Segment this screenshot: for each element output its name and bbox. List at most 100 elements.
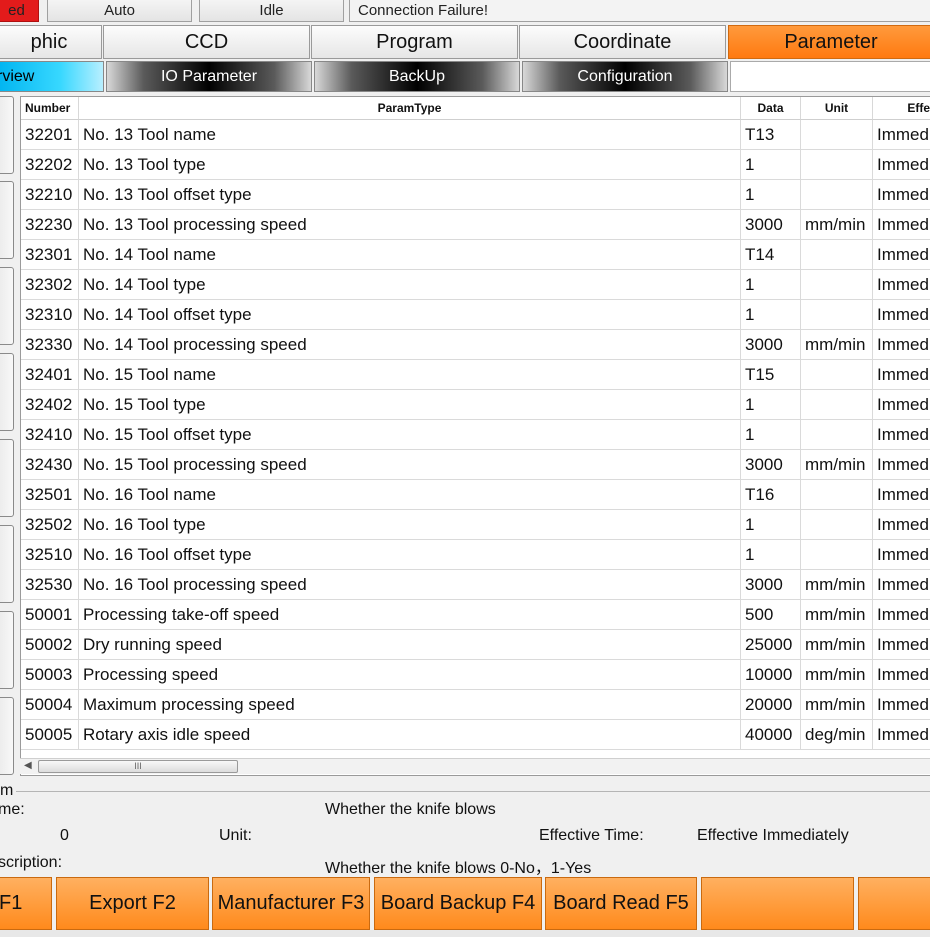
cell-number: 32301	[21, 240, 79, 270]
column-header-data[interactable]: Data	[741, 97, 801, 120]
cell-data[interactable]: 3000	[741, 450, 801, 480]
table-row[interactable]: 32330 No. 14 Tool processing speed 3000 mm/…	[21, 330, 930, 360]
tab-graphic[interactable]: phic	[0, 25, 102, 59]
detail-group-label: m	[0, 782, 17, 800]
cell-unit: mm/min	[801, 600, 873, 630]
tab-ccd[interactable]: CCD	[103, 25, 310, 59]
cell-paramtype: No. 16 Tool offset type	[79, 540, 741, 570]
table-row[interactable]: 32301 No. 14 Tool name T14 Immed	[21, 240, 930, 270]
cell-data[interactable]: 1	[741, 420, 801, 450]
cell-data[interactable]: 3000	[741, 570, 801, 600]
cell-effective: Immed	[873, 390, 930, 420]
tab-coordinate[interactable]: Coordinate	[519, 25, 726, 59]
table-row[interactable]: 32430 No. 15 Tool processing speed 3000 mm/…	[21, 450, 930, 480]
side-button-4[interactable]	[0, 353, 14, 431]
side-button-8[interactable]	[0, 697, 14, 775]
cell-data[interactable]: T15	[741, 360, 801, 390]
cell-data[interactable]: 1	[741, 300, 801, 330]
description-label: scription:	[0, 854, 63, 871]
table-row[interactable]: 32302 No. 14 Tool type 1 Immed	[21, 270, 930, 300]
cell-effective: Immed	[873, 450, 930, 480]
cell-data[interactable]: 1	[741, 510, 801, 540]
column-header-effective[interactable]: Effe	[873, 97, 930, 120]
cell-data[interactable]: 3000	[741, 330, 801, 360]
column-header-unit[interactable]: Unit	[801, 97, 873, 120]
board-backup-f4-button[interactable]: Board Backup F4	[374, 877, 542, 930]
scrollbar-thumb[interactable]: III	[38, 760, 238, 773]
table-row[interactable]: 32502 No. 16 Tool type 1 Immed	[21, 510, 930, 540]
column-header-number[interactable]: Number	[21, 97, 79, 120]
cell-unit	[801, 300, 873, 330]
machine-state-text: Idle	[259, 1, 284, 19]
cell-data[interactable]: 1	[741, 390, 801, 420]
cell-data[interactable]: 1	[741, 150, 801, 180]
column-header-paramtype[interactable]: ParamType	[79, 97, 741, 120]
side-button-3[interactable]	[0, 267, 14, 345]
table-row[interactable]: 50001 Processing take-off speed 500 mm/min I…	[21, 600, 930, 630]
side-button-2[interactable]	[0, 181, 14, 259]
cell-data[interactable]: 1	[741, 180, 801, 210]
parameter-table[interactable]: Number ParamType Data Unit Effe 32201 No.…	[20, 96, 930, 776]
table-row[interactable]: 50005 Rotary axis idle speed 40000 deg/min I…	[21, 720, 930, 750]
cell-effective: Immed	[873, 120, 930, 150]
side-button-1[interactable]	[0, 96, 14, 174]
cell-data[interactable]: 1	[741, 540, 801, 570]
cell-effective: Immed	[873, 240, 930, 270]
scroll-left-icon[interactable]: ◀	[24, 760, 32, 771]
effective-time-value: Effective Immediately	[697, 827, 849, 844]
cell-number: 32501	[21, 480, 79, 510]
cell-data[interactable]: 40000	[741, 720, 801, 750]
subtab-io-parameter[interactable]: IO Parameter	[106, 61, 312, 92]
f7-button[interactable]	[858, 877, 930, 930]
cell-number: 50002	[21, 630, 79, 660]
cell-paramtype: No. 16 Tool name	[79, 480, 741, 510]
table-row[interactable]: 32410 No. 15 Tool offset type 1 Immed	[21, 420, 930, 450]
run-mode-indicator: Auto	[47, 0, 192, 22]
cell-data[interactable]: 25000	[741, 630, 801, 660]
table-row[interactable]: 32201 No. 13 Tool name T13 Immed	[21, 120, 930, 150]
subtab-overview[interactable]: rview	[0, 61, 104, 92]
cell-paramtype: Maximum processing speed	[79, 690, 741, 720]
cell-data[interactable]: 1	[741, 270, 801, 300]
cell-data[interactable]: T16	[741, 480, 801, 510]
cell-data[interactable]: 10000	[741, 660, 801, 690]
table-row[interactable]: 32310 No. 14 Tool offset type 1 Immed	[21, 300, 930, 330]
cell-data[interactable]: T13	[741, 120, 801, 150]
table-row[interactable]: 32530 No. 16 Tool processing speed 3000 mm/…	[21, 570, 930, 600]
cell-paramtype: Processing take-off speed	[79, 600, 741, 630]
subtab-configuration[interactable]: Configuration	[522, 61, 728, 92]
manufacturer-f3-button[interactable]: Manufacturer F3	[212, 877, 370, 930]
table-row[interactable]: 32402 No. 15 Tool type 1 Immed	[21, 390, 930, 420]
table-row[interactable]: 32501 No. 16 Tool name T16 Immed	[21, 480, 930, 510]
side-button-7[interactable]	[0, 611, 14, 689]
board-read-f5-button[interactable]: Board Read F5	[545, 877, 697, 930]
cell-data[interactable]: 20000	[741, 690, 801, 720]
table-row[interactable]: 32202 No. 13 Tool type 1 Immed	[21, 150, 930, 180]
cell-effective: Immed	[873, 630, 930, 660]
side-button-6[interactable]	[0, 525, 14, 603]
f6-button[interactable]	[701, 877, 854, 930]
table-row[interactable]: 32401 No. 15 Tool name T15 Immed	[21, 360, 930, 390]
cell-unit: mm/min	[801, 630, 873, 660]
cell-number: 32330	[21, 330, 79, 360]
table-row[interactable]: 32230 No. 13 Tool processing speed 3000 mm/…	[21, 210, 930, 240]
bottom-strip	[0, 930, 930, 937]
tab-parameter[interactable]: Parameter	[728, 25, 930, 59]
export-f2-button[interactable]: Export F2	[56, 877, 209, 930]
table-row[interactable]: 50002 Dry running speed 25000 mm/min Immed	[21, 630, 930, 660]
tab-graphic-label: phic	[30, 30, 68, 53]
table-row[interactable]: 32510 No. 16 Tool offset type 1 Immed	[21, 540, 930, 570]
cell-data[interactable]: T14	[741, 240, 801, 270]
table-row[interactable]: 32210 No. 13 Tool offset type 1 Immed	[21, 180, 930, 210]
subtab-backup[interactable]: BackUp	[314, 61, 520, 92]
table-row[interactable]: 50004 Maximum processing speed 20000 mm/min…	[21, 690, 930, 720]
horizontal-scrollbar[interactable]: ◀ III	[20, 758, 930, 774]
cell-number: 32230	[21, 210, 79, 240]
cell-data[interactable]: 500	[741, 600, 801, 630]
side-button-5[interactable]	[0, 439, 14, 517]
cell-data[interactable]: 3000	[741, 210, 801, 240]
tab-program[interactable]: Program	[311, 25, 518, 59]
table-row[interactable]: 50003 Processing speed 10000 mm/min Immed	[21, 660, 930, 690]
cell-number: 32202	[21, 150, 79, 180]
f1-button[interactable]: F1	[0, 877, 52, 930]
